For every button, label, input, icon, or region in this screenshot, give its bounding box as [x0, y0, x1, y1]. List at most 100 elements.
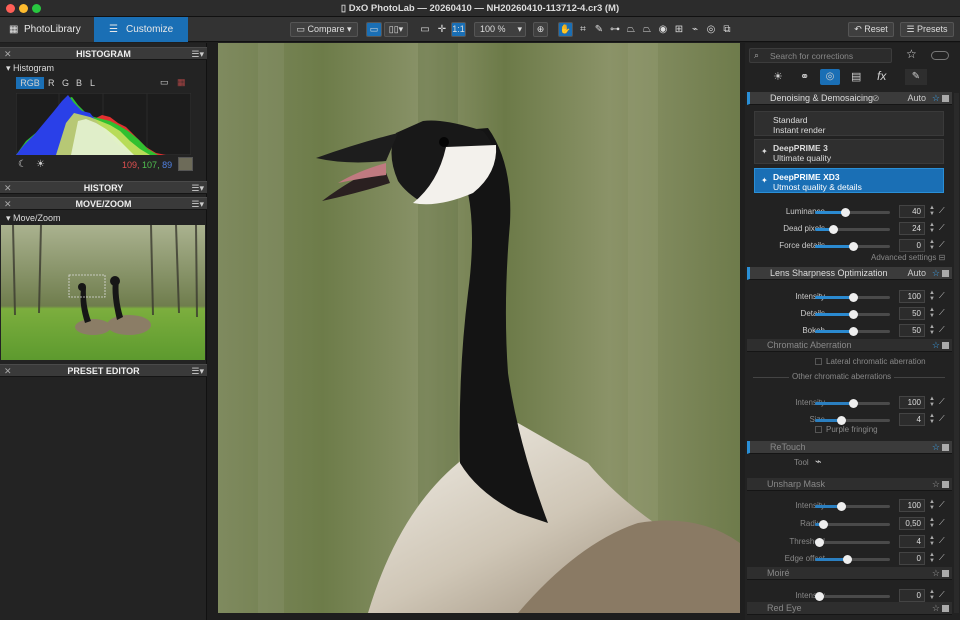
- slider-track[interactable]: [815, 399, 890, 408]
- slider-knob[interactable]: [848, 327, 858, 336]
- stepper-icon[interactable]: ▲ ▼: [929, 589, 935, 601]
- slider-track[interactable]: [815, 293, 890, 302]
- channel-r-button[interactable]: R: [48, 77, 55, 89]
- stepper-icon[interactable]: ▲ ▼: [929, 222, 935, 234]
- auto-wand-icon[interactable]: ⟋: [939, 518, 945, 528]
- bandage-icon[interactable]: ⌁: [815, 455, 822, 468]
- slider-track[interactable]: [815, 520, 890, 529]
- search-input[interactable]: ⌕ Search for corrections: [749, 48, 892, 63]
- slider-knob[interactable]: [818, 520, 828, 529]
- eye-icon[interactable]: ◎: [704, 22, 718, 37]
- slider-knob[interactable]: [848, 399, 858, 408]
- stepper-icon[interactable]: ▲ ▼: [929, 396, 935, 408]
- movezoom-panel-header[interactable]: ✕ MOVE/ZOOM ☰▾: [0, 197, 207, 210]
- help-icon[interactable]: [942, 95, 949, 102]
- compare-button[interactable]: ▭ Compare ▾: [290, 22, 358, 37]
- navigator-thumbnail[interactable]: [1, 225, 205, 360]
- perspective-lines-icon[interactable]: ⏢: [640, 22, 654, 37]
- slider-value-field[interactable]: 100: [899, 396, 925, 409]
- geometry-tab-icon[interactable]: ▤: [851, 70, 861, 83]
- white-balance-picker-icon[interactable]: ✎: [592, 22, 606, 37]
- denoise-header[interactable]: Denoising & Demosaicing ⊘ Auto ☆: [747, 92, 952, 105]
- auto-wand-icon[interactable]: ⟋: [939, 536, 945, 546]
- lens-sharpness-header[interactable]: Lens Sharpness Optimization Auto ☆: [747, 267, 952, 280]
- star-icon[interactable]: ☆: [932, 92, 940, 105]
- moire-header[interactable]: Moiré ☆: [747, 567, 952, 580]
- slider-value-field[interactable]: 4: [899, 535, 925, 548]
- retouch-icon[interactable]: ⌁: [688, 22, 702, 37]
- slider-track[interactable]: [815, 502, 890, 511]
- slider-knob[interactable]: [848, 310, 858, 319]
- auto-wand-icon[interactable]: ⟋: [939, 308, 945, 318]
- clipping-icon[interactable]: ▦: [177, 77, 186, 88]
- preset-editor-panel-header[interactable]: ✕ PRESET EDITOR ☰▾: [0, 364, 207, 377]
- hand-tool-button[interactable]: ✋: [558, 22, 573, 37]
- help-icon[interactable]: [942, 481, 949, 488]
- histogram-panel-header[interactable]: ✕ HISTOGRAM ☰▾: [0, 47, 207, 60]
- zoom-window-icon[interactable]: [32, 4, 41, 13]
- histogram-subheader[interactable]: ▾ Histogram: [6, 63, 54, 74]
- retouch-header[interactable]: ReTouch ☆: [747, 441, 952, 454]
- panel-menu-icon[interactable]: ☰▾: [191, 48, 204, 60]
- detail-tab-icon[interactable]: ◎: [820, 69, 840, 85]
- help-icon[interactable]: [942, 270, 949, 277]
- auto-wand-icon[interactable]: ⟋: [939, 206, 945, 216]
- moon-icon[interactable]: ☾: [18, 159, 27, 170]
- slider-value-field[interactable]: 50: [899, 307, 925, 320]
- lens-auto[interactable]: Auto: [907, 267, 926, 280]
- slider-value-field[interactable]: 100: [899, 499, 925, 512]
- move-icon[interactable]: ✛: [435, 22, 449, 37]
- monitor-icon[interactable]: ▭: [160, 77, 169, 88]
- close-window-icon[interactable]: [6, 4, 15, 13]
- star-icon[interactable]: ☆: [932, 478, 940, 491]
- slider-track[interactable]: [815, 416, 890, 425]
- slider-value-field[interactable]: 0: [899, 589, 925, 602]
- auto-wand-icon[interactable]: ⟋: [939, 500, 945, 510]
- unsharp-mask-header[interactable]: Unsharp Mask ☆: [747, 478, 952, 491]
- presets-button[interactable]: ☰ Presets: [900, 22, 954, 37]
- auto-wand-icon[interactable]: ⟋: [939, 240, 945, 250]
- toggle-switch[interactable]: [931, 51, 949, 60]
- slider-track[interactable]: [815, 310, 890, 319]
- slider-value-field[interactable]: 0: [899, 239, 925, 252]
- close-icon[interactable]: ✕: [4, 182, 12, 194]
- star-icon[interactable]: ☆: [932, 567, 940, 580]
- star-icon[interactable]: ☆: [932, 267, 940, 280]
- before-after-icon[interactable]: ⧉: [720, 22, 734, 37]
- slider-knob[interactable]: [814, 538, 824, 547]
- slider-knob[interactable]: [848, 242, 858, 251]
- brush-tab-icon[interactable]: ✎: [905, 69, 927, 85]
- stepper-icon[interactable]: ▲ ▼: [929, 517, 935, 529]
- light-tab-icon[interactable]: ☀: [773, 70, 783, 83]
- slider-track[interactable]: [815, 225, 890, 234]
- channel-g-button[interactable]: G: [62, 77, 69, 89]
- slider-value-field[interactable]: 100: [899, 290, 925, 303]
- denoise-option-standard[interactable]: Standard Instant render: [754, 111, 944, 136]
- channel-rgb-button[interactable]: RGB: [16, 77, 44, 89]
- slider-track[interactable]: [815, 327, 890, 336]
- stepper-icon[interactable]: ▲ ▼: [929, 552, 935, 564]
- horizon-icon[interactable]: ⊶: [608, 22, 622, 37]
- crop-icon[interactable]: ⌗: [576, 22, 590, 37]
- stepper-icon[interactable]: ▲ ▼: [929, 205, 935, 217]
- star-icon[interactable]: ☆: [932, 441, 940, 454]
- slider-value-field[interactable]: 40: [899, 205, 925, 218]
- local-adjust-icon[interactable]: ⊞: [672, 22, 686, 37]
- slider-track[interactable]: [814, 592, 890, 601]
- stepper-icon[interactable]: ▲ ▼: [929, 307, 935, 319]
- star-icon[interactable]: ☆: [932, 339, 940, 352]
- stepper-icon[interactable]: ▲ ▼: [929, 324, 935, 336]
- tab-photolibrary[interactable]: ▦ PhotoLibrary: [0, 17, 94, 42]
- panel-menu-icon[interactable]: ☰▾: [191, 365, 204, 377]
- slider-knob[interactable]: [814, 592, 824, 601]
- slider-knob[interactable]: [837, 502, 847, 511]
- help-icon[interactable]: [942, 605, 949, 612]
- sun-icon[interactable]: ☀: [36, 159, 45, 170]
- denoise-option-deepprimexd3[interactable]: ✦ DeepPRIME XD3 Utmost quality & details: [754, 168, 944, 193]
- color-tab-icon[interactable]: ⚭: [800, 70, 809, 83]
- loupe-button[interactable]: ⊕: [533, 22, 548, 37]
- movezoom-subheader[interactable]: ▾ Move/Zoom: [6, 213, 61, 224]
- lateral-ca-checkbox[interactable]: Lateral chromatic aberration: [815, 357, 926, 366]
- denoise-option-deepprime3[interactable]: ✦ DeepPRIME 3 Ultimate quality: [754, 139, 944, 164]
- red-eye-icon[interactable]: ◉: [656, 22, 670, 37]
